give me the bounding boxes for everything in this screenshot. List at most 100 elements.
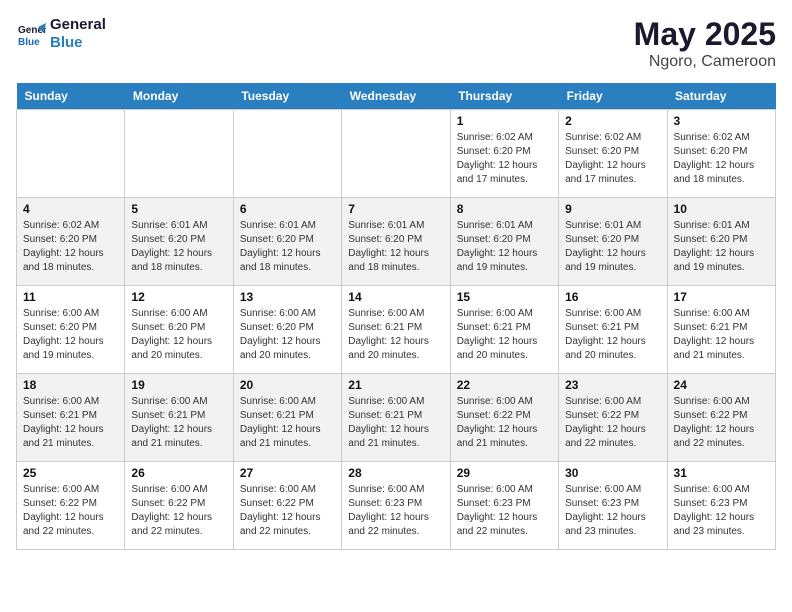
day-number: 27: [240, 466, 335, 480]
day-cell: 4 Sunrise: 6:02 AM Sunset: 6:20 PM Daylig…: [17, 198, 125, 286]
day-number: 1: [457, 114, 552, 128]
day-cell: 3Sunrise: 6:02 AM Sunset: 6:20 PM Daylig…: [667, 110, 775, 198]
day-cell: 13 Sunrise: 6:00 AM Sunset: 6:20 PM Dayli…: [233, 286, 341, 374]
day-info: Sunrise: 6:00 AM Sunset: 6:22 PM Dayligh…: [23, 483, 118, 539]
day-cell: 18Sunrise: 6:00 AM Sunset: 6:21 PM Dayli…: [17, 374, 125, 462]
day-info: Sunrise: 6:00 AM Sunset: 6:21 PM Dayligh…: [674, 307, 769, 363]
day-number: 15: [457, 290, 552, 304]
day-cell: 12 Sunrise: 6:00 AM Sunset: 6:20 PM Dayli…: [125, 286, 233, 374]
week-row: 11 Sunrise: 6:00 AM Sunset: 6:20 PM Dayli…: [17, 286, 776, 374]
calendar-title: May 2025: [634, 16, 776, 53]
day-info: Sunrise: 6:00 AM Sunset: 6:22 PM Dayligh…: [457, 395, 552, 451]
day-info: Sunrise: 6:00 AM Sunset: 6:20 PM Dayligh…: [240, 307, 335, 363]
day-number: 7: [348, 202, 443, 216]
day-cell: 22 Sunrise: 6:00 AM Sunset: 6:22 PM Dayli…: [450, 374, 558, 462]
day-cell: 31Sunrise: 6:00 AM Sunset: 6:23 PM Dayli…: [667, 462, 775, 550]
day-number: 8: [457, 202, 552, 216]
day-number: 21: [348, 378, 443, 392]
day-cell: 14Sunrise: 6:00 AM Sunset: 6:21 PM Dayli…: [342, 286, 450, 374]
day-cell: 7 Sunrise: 6:01 AM Sunset: 6:20 PM Daylig…: [342, 198, 450, 286]
day-info: Sunrise: 6:02 AM Sunset: 6:20 PM Dayligh…: [23, 219, 118, 275]
day-number: 2: [565, 114, 660, 128]
day-header-sunday: Sunday: [17, 83, 125, 110]
day-info: Sunrise: 6:00 AM Sunset: 6:23 PM Dayligh…: [457, 483, 552, 539]
day-info: Sunrise: 6:00 AM Sunset: 6:21 PM Dayligh…: [348, 395, 443, 451]
day-info: Sunrise: 6:00 AM Sunset: 6:21 PM Dayligh…: [131, 395, 226, 451]
day-cell: 16 Sunrise: 6:00 AM Sunset: 6:21 PM Dayli…: [559, 286, 667, 374]
day-number: 16: [565, 290, 660, 304]
week-row: 1 Sunrise: 6:02 AM Sunset: 6:20 PM Daylig…: [17, 110, 776, 198]
day-info: Sunrise: 6:00 AM Sunset: 6:22 PM Dayligh…: [565, 395, 660, 451]
day-cell: 11 Sunrise: 6:00 AM Sunset: 6:20 PM Dayli…: [17, 286, 125, 374]
day-info: Sunrise: 6:00 AM Sunset: 6:22 PM Dayligh…: [240, 483, 335, 539]
day-cell: [233, 110, 341, 198]
day-number: 30: [565, 466, 660, 480]
day-info: Sunrise: 6:00 AM Sunset: 6:21 PM Dayligh…: [457, 307, 552, 363]
day-header-monday: Monday: [125, 83, 233, 110]
day-info: Sunrise: 6:00 AM Sunset: 6:22 PM Dayligh…: [674, 395, 769, 451]
svg-text:Blue: Blue: [18, 37, 40, 48]
day-cell: 29 Sunrise: 6:00 AM Sunset: 6:23 PM Dayli…: [450, 462, 558, 550]
day-header-saturday: Saturday: [667, 83, 775, 110]
day-number: 17: [674, 290, 769, 304]
day-info: Sunrise: 6:00 AM Sunset: 6:20 PM Dayligh…: [131, 307, 226, 363]
day-info: Sunrise: 6:00 AM Sunset: 6:22 PM Dayligh…: [131, 483, 226, 539]
day-cell: [17, 110, 125, 198]
day-cell: [125, 110, 233, 198]
day-info: Sunrise: 6:00 AM Sunset: 6:23 PM Dayligh…: [348, 483, 443, 539]
calendar-subtitle: Ngoro, Cameroon: [634, 53, 776, 71]
day-cell: 19Sunrise: 6:00 AM Sunset: 6:21 PM Dayli…: [125, 374, 233, 462]
day-number: 22: [457, 378, 552, 392]
day-cell: 8 Sunrise: 6:01 AM Sunset: 6:20 PM Daylig…: [450, 198, 558, 286]
logo-icon: General Blue: [16, 19, 46, 49]
day-cell: 1Sunrise: 6:02 AM Sunset: 6:20 PM Daylig…: [450, 110, 558, 198]
day-number: 12: [131, 290, 226, 304]
day-number: 23: [565, 378, 660, 392]
day-number: 18: [23, 378, 118, 392]
day-info: Sunrise: 6:00 AM Sunset: 6:20 PM Dayligh…: [23, 307, 118, 363]
week-row: 4 Sunrise: 6:02 AM Sunset: 6:20 PM Daylig…: [17, 198, 776, 286]
day-info: Sunrise: 6:01 AM Sunset: 6:20 PM Dayligh…: [565, 219, 660, 275]
day-info: Sunrise: 6:00 AM Sunset: 6:21 PM Dayligh…: [565, 307, 660, 363]
day-info: Sunrise: 6:01 AM Sunset: 6:20 PM Dayligh…: [674, 219, 769, 275]
day-number: 28: [348, 466, 443, 480]
day-number: 4: [23, 202, 118, 216]
day-cell: [342, 110, 450, 198]
page-header: General Blue General Blue May 2025 Ngoro…: [16, 16, 776, 71]
day-info: Sunrise: 6:02 AM Sunset: 6:20 PM Dayligh…: [565, 131, 660, 187]
day-number: 5: [131, 202, 226, 216]
day-cell: 30 Sunrise: 6:00 AM Sunset: 6:23 PM Dayli…: [559, 462, 667, 550]
logo-general: General: [50, 16, 106, 34]
day-number: 20: [240, 378, 335, 392]
day-number: 10: [674, 202, 769, 216]
day-cell: 5 Sunrise: 6:01 AM Sunset: 6:20 PM Daylig…: [125, 198, 233, 286]
day-cell: 27 Sunrise: 6:00 AM Sunset: 6:22 PM Dayli…: [233, 462, 341, 550]
day-cell: 9 Sunrise: 6:01 AM Sunset: 6:20 PM Daylig…: [559, 198, 667, 286]
day-number: 6: [240, 202, 335, 216]
day-info: Sunrise: 6:01 AM Sunset: 6:20 PM Dayligh…: [348, 219, 443, 275]
day-cell: 17 Sunrise: 6:00 AM Sunset: 6:21 PM Dayli…: [667, 286, 775, 374]
day-info: Sunrise: 6:01 AM Sunset: 6:20 PM Dayligh…: [131, 219, 226, 275]
day-cell: 15 Sunrise: 6:00 AM Sunset: 6:21 PM Dayli…: [450, 286, 558, 374]
day-cell: 2 Sunrise: 6:02 AM Sunset: 6:20 PM Daylig…: [559, 110, 667, 198]
day-info: Sunrise: 6:00 AM Sunset: 6:23 PM Dayligh…: [565, 483, 660, 539]
day-number: 11: [23, 290, 118, 304]
day-cell: 23 Sunrise: 6:00 AM Sunset: 6:22 PM Dayli…: [559, 374, 667, 462]
day-number: 13: [240, 290, 335, 304]
day-cell: 24 Sunrise: 6:00 AM Sunset: 6:22 PM Dayli…: [667, 374, 775, 462]
day-header-thursday: Thursday: [450, 83, 558, 110]
day-cell: 10 Sunrise: 6:01 AM Sunset: 6:20 PM Dayli…: [667, 198, 775, 286]
logo-blue: Blue: [50, 34, 106, 52]
day-number: 29: [457, 466, 552, 480]
day-number: 24: [674, 378, 769, 392]
day-number: 25: [23, 466, 118, 480]
day-info: Sunrise: 6:01 AM Sunset: 6:20 PM Dayligh…: [240, 219, 335, 275]
day-info: Sunrise: 6:01 AM Sunset: 6:20 PM Dayligh…: [457, 219, 552, 275]
calendar-body: 1 Sunrise: 6:02 AM Sunset: 6:20 PM Daylig…: [17, 110, 776, 550]
days-header-row: SundayMondayTuesdayWednesdayThursdayFrid…: [17, 83, 776, 110]
day-number: 26: [131, 466, 226, 480]
week-row: 25 Sunrise: 6:00 AM Sunset: 6:22 PM Dayli…: [17, 462, 776, 550]
day-number: 9: [565, 202, 660, 216]
day-cell: 28 Sunrise: 6:00 AM Sunset: 6:23 PM Dayli…: [342, 462, 450, 550]
day-header-wednesday: Wednesday: [342, 83, 450, 110]
